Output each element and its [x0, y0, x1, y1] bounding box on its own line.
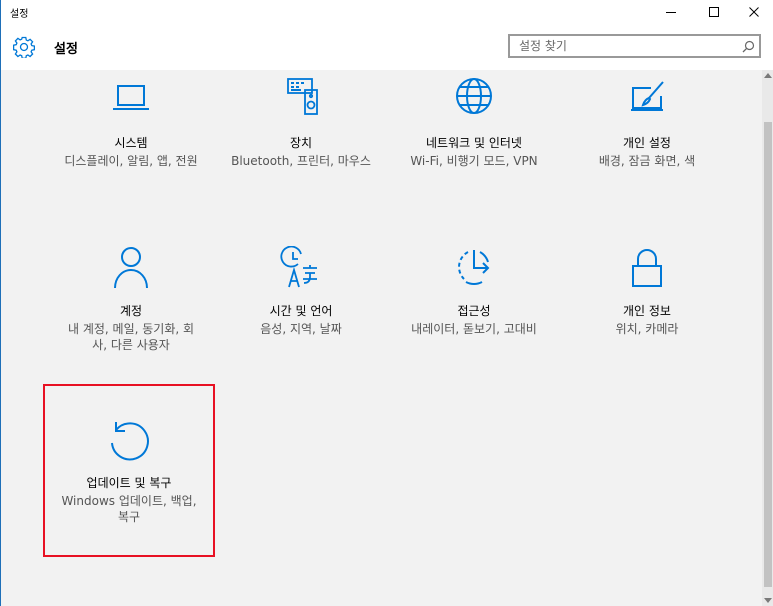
tile-description: 배경, 잠금 화면, 색: [598, 154, 696, 168]
devices-icon: [287, 78, 318, 115]
scroll-down-arrow-icon[interactable]: [764, 598, 772, 603]
lock-icon: [632, 249, 662, 287]
tile-title: 개인 설정: [623, 136, 671, 150]
title-bar: 설정: [1, 0, 773, 24]
tile-description: Bluetooth, 프린터, 마우스: [231, 154, 371, 168]
tile-description: 디스플레이, 알림, 앱, 전원: [64, 154, 198, 168]
settings-header: 설정: [1, 24, 773, 70]
tile-devices[interactable]: 장치 Bluetooth, 프린터, 마우스: [231, 78, 371, 188]
minimize-button[interactable]: [648, 0, 694, 24]
close-icon: [749, 7, 759, 17]
search-input[interactable]: [514, 37, 739, 55]
tile-title: 접근성: [457, 304, 491, 318]
person-icon: [114, 247, 148, 289]
minimize-icon: [666, 12, 676, 13]
tile-description: 내 계정, 메일, 동기화, 회사, 다른 사용자: [67, 322, 195, 352]
tile-title: 시스템: [114, 136, 148, 150]
scroll-up-arrow-icon[interactable]: [764, 73, 772, 78]
tile-title: 개인 정보: [623, 304, 671, 318]
tile-accounts[interactable]: 계정 내 계정, 메일, 동기화, 회사, 다른 사용자: [61, 246, 201, 356]
tile-description: Wi-Fi, 비행기 모드, VPN: [410, 154, 538, 168]
vertical-scrollbar[interactable]: [762, 70, 773, 606]
ease-of-access-icon: [458, 250, 490, 285]
tile-title: 장치: [289, 136, 313, 150]
personalization-icon: [631, 81, 664, 111]
time-language-icon: [280, 246, 317, 288]
tile-ease-of-access[interactable]: 접근성 내레이터, 돋보기, 고대비: [404, 246, 544, 356]
tile-title: 시간 및 언어: [269, 304, 333, 318]
gear-icon: [13, 36, 35, 58]
selection-highlight: [43, 384, 215, 557]
search-box[interactable]: [508, 34, 761, 58]
tile-title: 계정: [119, 304, 143, 318]
tile-description: 위치, 카메라: [615, 322, 679, 336]
globe-icon: [456, 78, 492, 114]
tile-privacy[interactable]: 개인 정보 위치, 카메라: [577, 246, 717, 356]
close-button[interactable]: [731, 0, 773, 24]
tile-description: 내레이터, 돋보기, 고대비: [411, 322, 537, 336]
settings-window: 설정 설정 설정 찾기 시스템 디스플레이, 알림, 앱, 전원 장치 Blue…: [0, 0, 773, 606]
tile-description: 음성, 지역, 날짜: [260, 322, 342, 336]
page-title: 설정: [54, 42, 78, 57]
tile-personalization[interactable]: 개인 설정 배경, 잠금 화면, 색: [577, 78, 717, 188]
maximize-icon: [709, 7, 719, 17]
tile-time-language[interactable]: 시간 및 언어 음성, 지역, 날짜: [231, 246, 371, 356]
search-icon[interactable]: [742, 40, 755, 53]
scrollbar-thumb[interactable]: [764, 122, 772, 587]
tile-network[interactable]: 네트워크 및 인터넷 Wi-Fi, 비행기 모드, VPN: [404, 78, 544, 188]
laptop-icon: [113, 85, 149, 110]
window-title: 설정: [10, 9, 29, 20]
tile-system[interactable]: 시스템 디스플레이, 알림, 앱, 전원: [61, 78, 201, 188]
tile-title: 네트워크 및 인터넷: [426, 136, 522, 150]
